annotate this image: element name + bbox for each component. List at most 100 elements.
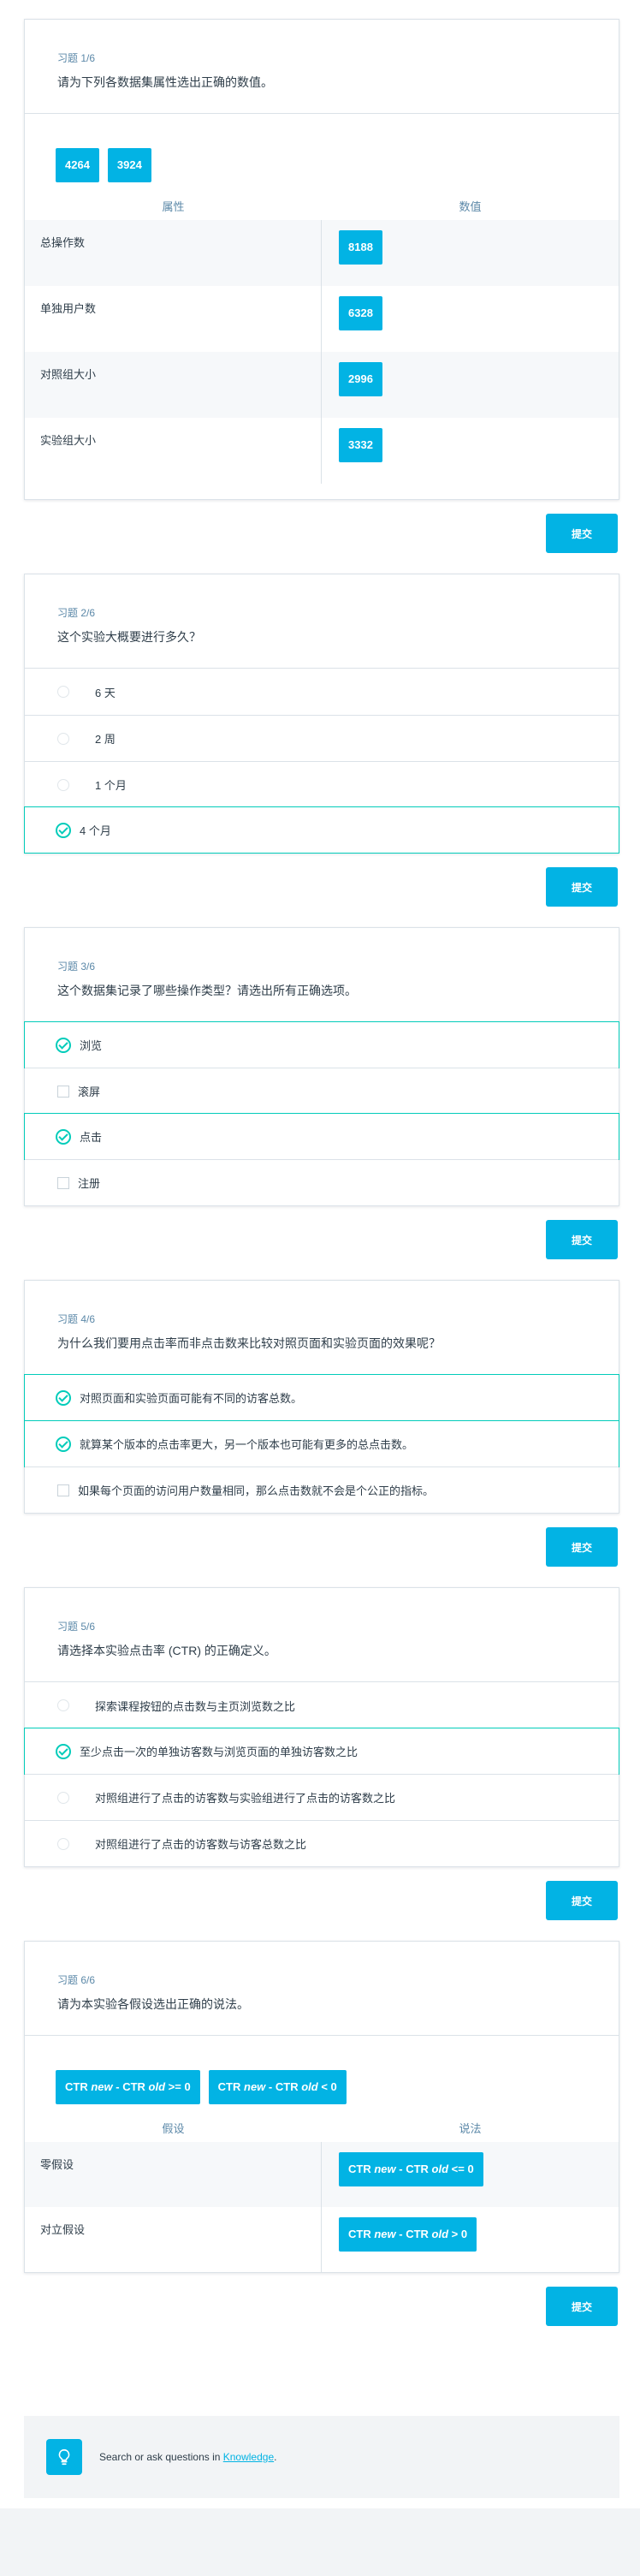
drop-zone[interactable]: 6328 — [322, 286, 619, 352]
column-header-attribute: 属性 — [162, 199, 185, 213]
radio-option-selected[interactable]: 4 个月 — [24, 806, 619, 854]
chip-text: - CTR — [395, 2163, 432, 2175]
quiz-label: 习题 4/6 — [57, 1313, 96, 1325]
answer-chip[interactable]: 2996 — [339, 362, 382, 396]
knowledge-text: Search or ask questions in Knowledge. — [99, 2451, 276, 2463]
option-text: 4 个月 — [80, 824, 111, 837]
table-header: 属性 数值 — [25, 191, 619, 220]
option-text: 至少点击一次的单独访客数与浏览页面的单独访客数之比 — [80, 1746, 359, 1758]
answer-chip[interactable]: 6328 — [339, 296, 382, 330]
chip-text: old — [431, 2163, 449, 2175]
column-header-value: 数值 — [459, 199, 482, 213]
answer-chip[interactable]: CTR new - CTR old > 0 — [339, 2217, 477, 2252]
answer-chip[interactable]: 8188 — [339, 230, 382, 265]
radio-circle-icon — [57, 1837, 69, 1850]
check-circle-icon — [56, 822, 71, 838]
chip-text: new — [374, 2228, 396, 2240]
option-text: 6 天 — [95, 686, 116, 699]
option-text: 对照组进行了点击的访客数与实验组进行了点击的访客数之比 — [95, 1792, 396, 1805]
checkbox-option[interactable]: 注册 — [25, 1159, 619, 1205]
chip-text: <= 0 — [448, 2163, 474, 2175]
checkbox-icon — [57, 1484, 69, 1496]
table-row: 单独用户数 6328 — [25, 286, 619, 352]
radio-circle-icon — [57, 778, 69, 791]
drop-zone[interactable]: 8188 — [322, 220, 619, 286]
checkbox-option[interactable]: 如果每个页面的访问用户数量相同，那么点击数就不会是个公正的指标。 — [25, 1466, 619, 1513]
submit-button[interactable]: 提交 — [546, 2287, 618, 2326]
quiz-2-header: 习题 2/6 这个实验大概要进行多久？ — [25, 574, 619, 669]
table-row: 对立假设 CTR new - CTR old > 0 — [25, 2207, 619, 2272]
drop-zone[interactable]: CTR new - CTR old <= 0 — [322, 2142, 619, 2207]
option-text: 如果每个页面的访问用户数量相同，那么点击数就不会是个公正的指标。 — [78, 1484, 435, 1497]
answer-chip[interactable]: CTR new - CTR old <= 0 — [339, 2152, 483, 2186]
column-header-hypothesis: 假设 — [162, 2121, 185, 2135]
submit-row: 提交 — [0, 1514, 640, 1587]
answer-chip[interactable]: CTR new - CTR old < 0 — [208, 2070, 347, 2104]
radio-option[interactable]: 2 周 — [25, 715, 619, 761]
row-label: 单独用户数 — [25, 286, 322, 352]
radio-option-selected[interactable]: 至少点击一次的单独访客数与浏览页面的单独访客数之比 — [24, 1728, 619, 1775]
radio-option[interactable]: 对照组进行了点击的访客数与访客总数之比 — [25, 1820, 619, 1866]
check-circle-icon — [56, 1743, 71, 1759]
answer-chip[interactable]: CTR new - CTR old >= 0 — [56, 2070, 200, 2104]
option-text: 对照组进行了点击的访客数与访客总数之比 — [95, 1838, 307, 1851]
table-header: 假设 说法 — [25, 2113, 619, 2142]
radio-option[interactable]: 对照组进行了点击的访客数与实验组进行了点击的访客数之比 — [25, 1774, 619, 1820]
option-text: 2 周 — [95, 733, 116, 746]
answer-chip[interactable]: 4264 — [56, 148, 99, 182]
chip-text: < 0 — [317, 2080, 337, 2093]
radio-circle-icon — [57, 1791, 69, 1804]
drop-zone[interactable]: CTR new - CTR old > 0 — [322, 2207, 619, 2272]
submit-row: 提交 — [0, 1206, 640, 1280]
quiz-label: 习题 2/6 — [57, 607, 96, 619]
radio-option[interactable]: 1 个月 — [25, 761, 619, 807]
quiz-label: 习题 3/6 — [57, 961, 96, 973]
lightbulb-icon — [46, 2439, 82, 2475]
quiz-question: 请为下列各数据集属性选出正确的数值。 — [57, 75, 273, 89]
chip-text: - CTR — [395, 2228, 432, 2240]
table-row: 对照组大小 2996 — [25, 352, 619, 418]
radio-option[interactable]: 6 天 — [25, 669, 619, 715]
option-text: 探索课程按钮的点击数与主页浏览数之比 — [95, 1699, 296, 1713]
quiz-1-header: 习题 1/6 请为下列各数据集属性选出正确的数值。 — [25, 20, 619, 114]
row-label: 实验组大小 — [25, 418, 322, 484]
submit-button[interactable]: 提交 — [546, 1881, 618, 1920]
checkbox-option-selected[interactable]: 就算某个版本的点击率更大，另一个版本也可能有更多的总点击数。 — [24, 1420, 619, 1467]
submit-button[interactable]: 提交 — [546, 867, 618, 907]
option-list: 探索课程按钮的点击数与主页浏览数之比 至少点击一次的单独访客数与浏览页面的单独访… — [24, 1682, 619, 1866]
submit-button[interactable]: 提交 — [546, 514, 618, 553]
table-row: 总操作数 8188 — [25, 220, 619, 286]
chip-text: > 0 — [448, 2228, 468, 2240]
option-list: 对照页面和实验页面可能有不同的访客总数。 就算某个版本的点击率更大，另一个版本也… — [24, 1374, 619, 1513]
checkbox-option-selected[interactable]: 对照页面和实验页面可能有不同的访客总数。 — [24, 1374, 619, 1421]
knowledge-banner: Search or ask questions in Knowledge. — [24, 2416, 619, 2498]
checkbox-option[interactable]: 滚屏 — [25, 1068, 619, 1114]
option-text: 注册 — [78, 1177, 101, 1190]
answer-bank: 4264 3924 — [25, 114, 619, 187]
checkbox-option-selected[interactable]: 点击 — [24, 1113, 619, 1160]
chip-text: - CTR — [112, 2080, 149, 2093]
quiz-2: 习题 2/6 这个实验大概要进行多久？ 6 天 2 周 1 个月 4 个月 — [24, 574, 619, 854]
knowledge-prefix: Search or ask questions in — [99, 2451, 223, 2463]
knowledge-link[interactable]: Knowledge — [223, 2451, 274, 2463]
quiz-5-header: 习题 5/6 请选择本实验点击率 (CTR) 的正确定义。 — [25, 1588, 619, 1682]
checkbox-option-selected[interactable]: 浏览 — [24, 1021, 619, 1068]
quiz-5: 习题 5/6 请选择本实验点击率 (CTR) 的正确定义。 探索课程按钮的点击数… — [24, 1587, 619, 1867]
checkbox-icon — [57, 1176, 69, 1189]
submit-button[interactable]: 提交 — [546, 1220, 618, 1259]
quiz-question: 请为本实验各假设选出正确的说法。 — [57, 1997, 249, 2011]
chip-text: CTR — [348, 2163, 375, 2175]
checkbox-icon — [57, 1085, 69, 1098]
drop-zone[interactable]: 2996 — [322, 352, 619, 418]
answer-chip[interactable]: 3332 — [339, 428, 382, 462]
check-circle-icon — [56, 1389, 71, 1406]
drop-zone[interactable]: 3332 — [322, 418, 619, 484]
radio-option[interactable]: 探索课程按钮的点击数与主页浏览数之比 — [25, 1682, 619, 1728]
row-label: 零假设 — [25, 2142, 322, 2207]
submit-button[interactable]: 提交 — [546, 1527, 618, 1567]
answer-chip[interactable]: 3924 — [107, 148, 151, 182]
quiz-question: 为什么我们要用点击率而非点击数来比较对照页面和实验页面的效果呢？ — [57, 1336, 441, 1350]
quiz-question: 这个数据集记录了哪些操作类型？请选出所有正确选项。 — [57, 984, 357, 997]
chip-text: new — [374, 2163, 396, 2175]
option-text: 就算某个版本的点击率更大，另一个版本也可能有更多的总点击数。 — [80, 1438, 414, 1451]
